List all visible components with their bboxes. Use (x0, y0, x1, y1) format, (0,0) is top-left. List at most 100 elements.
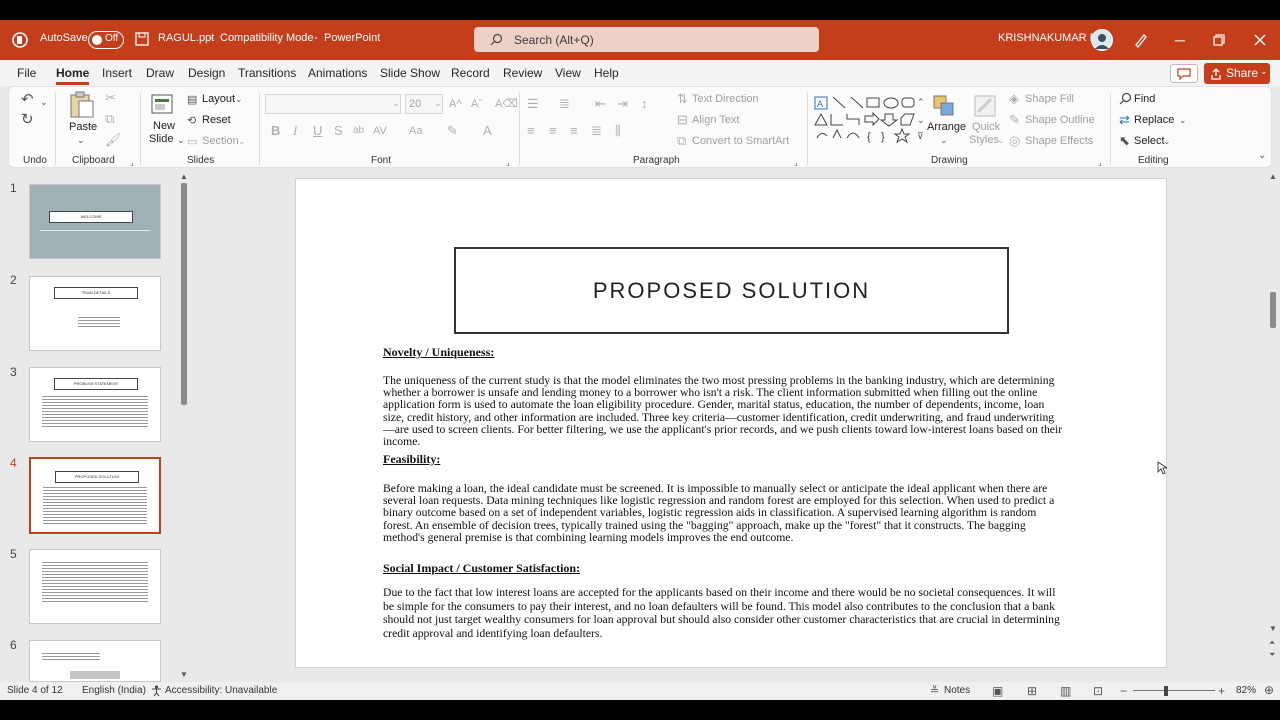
align-text-icon[interactable]: ⊟ (677, 113, 688, 127)
slideshow-icon[interactable]: ⊡ (1093, 684, 1103, 698)
layout-label[interactable]: Layout (202, 93, 235, 105)
arrange-icon[interactable] (931, 93, 957, 119)
align-text-label[interactable]: Align Text (692, 114, 740, 126)
shape-outline-label[interactable]: Shape Outline (1025, 114, 1095, 126)
scrollbar-thumb[interactable] (181, 183, 187, 405)
shapes-scroll-up-icon[interactable]: ⌃ (917, 95, 925, 109)
next-slide-icon[interactable]: ⏷ (1269, 648, 1275, 662)
align-left-icon[interactable]: ≡ (527, 124, 535, 138)
accessibility-status[interactable]: Accessibility: Unavailable (165, 685, 277, 696)
shape-fill-label[interactable]: Shape Fill (1025, 93, 1074, 105)
slide-thumbnail-3[interactable]: PROBLEM STATEMENT (29, 367, 161, 442)
comments-button[interactable] (1170, 64, 1198, 83)
notes-icon[interactable]: ≚ (930, 684, 939, 698)
scroll-up-icon[interactable]: ▲ (1269, 170, 1277, 184)
slide-canvas[interactable]: PROPOSED SOLUTION Novelty / Uniqueness: … (295, 178, 1167, 668)
text-direction-label[interactable]: Text Direction (692, 93, 759, 105)
search-box[interactable]: Search (Alt+Q) (474, 27, 819, 52)
select-dropdown-icon[interactable]: ⌄ (1163, 134, 1171, 148)
decrease-font-icon[interactable]: Aˇ (471, 97, 482, 111)
replace-icon[interactable]: ⇄ (1119, 113, 1130, 127)
fit-to-window-icon[interactable]: ⊕ (1264, 683, 1274, 697)
new-slide-dropdown-icon[interactable]: ⌄ (177, 133, 185, 147)
clipboard-launcher-icon[interactable]: ⌟ (130, 156, 134, 170)
save-icon[interactable] (135, 32, 149, 46)
clear-formatting-icon[interactable]: A⌫ (495, 97, 518, 111)
bold-icon[interactable]: B (271, 124, 280, 138)
increase-indent-icon[interactable]: ⇥ (617, 97, 628, 111)
quick-styles-label-2[interactable]: Styles (969, 134, 999, 146)
shapes-more-icon[interactable]: ⊽ (917, 129, 924, 143)
italic-icon[interactable]: I (293, 124, 297, 138)
autosave-toggle[interactable]: Off (88, 31, 124, 49)
slide-thumbnail-4[interactable]: PROPOSED SOLUTION (29, 457, 161, 534)
tab-transitions[interactable]: Transitions (238, 66, 296, 80)
scrollbar-thumb[interactable] (1270, 292, 1276, 328)
drawing-launcher-icon[interactable]: ⌟ (1098, 156, 1102, 170)
paste-label[interactable]: Paste (69, 121, 97, 133)
user-avatar[interactable] (1091, 29, 1113, 51)
scroll-down-icon[interactable]: ▼ (1269, 622, 1277, 636)
smartart-icon[interactable]: ⧉ (677, 134, 686, 148)
tab-insert[interactable]: Insert (102, 66, 132, 80)
notes-button[interactable]: Notes (944, 685, 970, 696)
columns-icon[interactable]: ⫼ (615, 124, 621, 138)
tab-view[interactable]: View (555, 66, 581, 80)
reset-icon[interactable]: ⟲ (187, 114, 196, 128)
zoom-level[interactable]: 82% (1236, 685, 1256, 696)
slide-thumbnail-5[interactable] (29, 549, 161, 624)
scroll-down-icon[interactable]: ▼ (180, 668, 188, 682)
collapse-ribbon-icon[interactable]: ⌄ (1258, 149, 1266, 163)
numbering-icon[interactable]: ≣ (559, 97, 570, 111)
paste-dropdown-icon[interactable]: ⌄ (77, 133, 85, 147)
user-name[interactable]: KRISHNAKUMAR R (998, 32, 1098, 44)
underline-icon[interactable]: U (313, 124, 322, 138)
tab-design[interactable]: Design (188, 66, 225, 80)
font-launcher-icon[interactable]: ⌟ (506, 156, 510, 170)
shape-effects-icon[interactable]: ◎ (1009, 134, 1020, 148)
text-direction-icon[interactable]: ⇅ (677, 92, 688, 106)
align-right-icon[interactable]: ≡ (570, 124, 578, 138)
bullets-icon[interactable]: ☰ (527, 97, 539, 111)
redo-icon[interactable]: ↻ (21, 112, 34, 127)
slide-scrollbar[interactable]: ▲ ▼ ⏶ ⏷ (1267, 170, 1279, 664)
tab-slide-show[interactable]: Slide Show (380, 66, 440, 80)
tab-home[interactable]: Home (56, 66, 90, 85)
find-icon[interactable] (1119, 92, 1132, 105)
new-slide-label-2[interactable]: Slide (149, 133, 173, 145)
tab-animations[interactable]: Animations (308, 66, 367, 80)
change-case-icon[interactable]: Aa (409, 124, 422, 138)
find-label[interactable]: Find (1134, 93, 1155, 105)
quick-styles-label[interactable]: Quick (972, 121, 1000, 133)
shapes-gallery[interactable]: A { } (813, 96, 917, 146)
restore-icon[interactable] (1213, 34, 1225, 46)
zoom-out-icon[interactable]: − (1120, 684, 1127, 698)
new-slide-label[interactable]: New (153, 120, 175, 132)
tab-review[interactable]: Review (503, 66, 542, 80)
slide-title-box[interactable]: PROPOSED SOLUTION (454, 247, 1009, 334)
strikethrough-icon[interactable]: S (334, 124, 343, 138)
select-icon[interactable]: ⬉ (1119, 134, 1130, 148)
zoom-slider-track[interactable] (1133, 690, 1215, 691)
font-name-select[interactable]: ⌄ (265, 94, 401, 114)
select-label[interactable]: Select (1134, 135, 1165, 147)
character-spacing-icon[interactable]: AV (373, 124, 387, 138)
quick-styles-icon[interactable] (972, 93, 998, 119)
slide-thumbnail-2[interactable]: TEAM DETAILS (29, 276, 161, 351)
arrange-dropdown-icon[interactable]: ⌄ (940, 133, 948, 147)
close-icon[interactable] (1254, 34, 1266, 46)
pen-icon[interactable] (1133, 32, 1149, 48)
decrease-indent-icon[interactable]: ⇤ (595, 97, 606, 111)
section-icon[interactable]: ▭ (187, 135, 197, 149)
convert-smartart-label[interactable]: Convert to SmartArt (692, 135, 789, 147)
tab-record[interactable]: Record (451, 66, 490, 80)
zoom-slider-thumb[interactable] (1164, 686, 1168, 696)
zoom-in-icon[interactable]: + (1218, 684, 1225, 698)
tab-file[interactable]: File (17, 66, 36, 80)
section-dropdown-icon[interactable]: ⌄ (238, 134, 246, 148)
cut-icon[interactable]: ✂ (105, 91, 116, 105)
highlight-icon[interactable]: ✎ (447, 124, 458, 138)
format-painter-icon[interactable]: 🖌 (105, 133, 122, 147)
tab-help[interactable]: Help (594, 66, 619, 80)
scroll-up-icon[interactable]: ▲ (180, 170, 188, 184)
